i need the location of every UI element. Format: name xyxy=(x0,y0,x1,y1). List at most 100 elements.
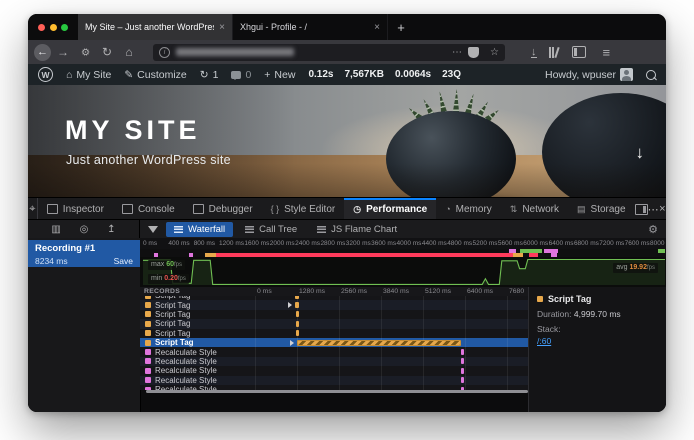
new-tab-button[interactable]: + xyxy=(388,14,414,40)
wordpress-logo-icon[interactable]: W xyxy=(38,67,53,82)
save-recording-link[interactable]: Save xyxy=(114,256,133,266)
devtools-tab-network[interactable]: ⇅Network xyxy=(501,198,568,220)
record-row-track xyxy=(253,376,528,385)
record-row-script[interactable]: Script Tag xyxy=(140,338,528,347)
site-title: MY SITE xyxy=(65,115,201,146)
devtools-tab-memory[interactable]: ◔Memory xyxy=(436,198,501,220)
record-row-script[interactable]: Script Tag xyxy=(140,329,528,338)
record-row-track xyxy=(253,329,528,338)
ruler-tick: 4000 ms xyxy=(397,240,422,247)
recording-name: Recording #1 xyxy=(35,243,133,254)
window-controls[interactable] xyxy=(28,14,78,40)
tab-label: Network xyxy=(522,204,559,215)
expand-arrow-icon[interactable] xyxy=(288,302,292,308)
developer-wrench-icon[interactable]: ⚙ xyxy=(76,42,94,62)
dock-side-button[interactable] xyxy=(635,198,648,220)
devtools-tab-inspector[interactable]: Inspector xyxy=(38,198,113,220)
minimize-window-button[interactable] xyxy=(50,24,57,31)
devtools-tab-console[interactable]: Console xyxy=(113,198,184,220)
recording-item[interactable]: Recording #1 8234 ms Save xyxy=(28,240,140,267)
bookmark-star-icon[interactable]: ☆ xyxy=(490,47,499,58)
record-bar[interactable] xyxy=(297,340,461,346)
admin-customize-link[interactable]: ✎ Customize xyxy=(124,69,186,81)
record-row-script[interactable]: Script Tag xyxy=(140,300,528,309)
library-icon[interactable] xyxy=(549,47,560,58)
devtools-meatball-menu[interactable]: ⋯ xyxy=(648,198,659,220)
menu-hamburger-icon[interactable]: ≡ xyxy=(603,45,611,60)
zoom-window-button[interactable] xyxy=(61,24,68,31)
admin-my-site-link[interactable]: ⌂ My Site xyxy=(66,69,111,81)
admin-comments-link[interactable]: 0 xyxy=(231,69,251,81)
search-icon[interactable] xyxy=(646,70,656,80)
recording-duration: 8234 ms xyxy=(35,256,68,266)
clear-recordings-icon[interactable]: ▥ xyxy=(51,224,60,235)
record-row-name: Script Tag xyxy=(140,301,253,310)
ruler-tick: 5200 ms xyxy=(473,240,498,247)
admin-new-link[interactable]: + New xyxy=(264,69,295,81)
record-bar[interactable] xyxy=(296,330,299,336)
record-row-style[interactable]: Recalculate Style xyxy=(140,376,528,385)
tab-label: Style Editor xyxy=(284,204,335,215)
import-recording-icon[interactable]: ↥ xyxy=(107,224,115,235)
record-row-style[interactable]: Recalculate Style xyxy=(140,347,528,356)
stack-frame-link[interactable]: /:60 xyxy=(537,336,551,346)
close-tab-icon[interactable]: × xyxy=(219,22,225,33)
close-tab-icon[interactable]: × xyxy=(374,22,380,33)
sidebar-toggle-icon[interactable] xyxy=(572,46,586,58)
record-icon[interactable]: ◎ xyxy=(80,224,89,235)
tab-xhgui[interactable]: Xhgui - Profile - / × xyxy=(233,14,388,40)
page-actions-icon[interactable]: ⋯ xyxy=(452,47,462,58)
back-button[interactable]: ← xyxy=(34,44,51,61)
memory-icon: ◔ xyxy=(445,204,450,214)
record-row-script[interactable]: Script Tag xyxy=(140,319,528,328)
url-bar[interactable]: i ⋯ ☆ xyxy=(153,44,505,61)
record-bar[interactable] xyxy=(461,377,464,383)
view-tab-waterfall[interactable]: Waterfall xyxy=(166,222,233,237)
view-tab-call-tree[interactable]: Call Tree xyxy=(237,222,305,237)
reload-button[interactable]: ↻ xyxy=(97,43,117,61)
expand-arrow-icon[interactable] xyxy=(290,340,294,346)
performance-view-tabs: Waterfall Call Tree JS Flame Chart xyxy=(166,222,409,237)
tab-my-site[interactable]: My Site – Just another WordPress S × xyxy=(78,14,233,40)
downloads-icon[interactable]: ↓ xyxy=(531,47,537,58)
script-marker-icon xyxy=(145,321,151,327)
record-row-style[interactable]: Recalculate Style xyxy=(140,366,528,375)
admin-account-link[interactable]: Howdy, wpuser xyxy=(545,68,633,81)
query-monitor-stats[interactable]: 0.12s7,567KB0.0064s23Q xyxy=(308,69,461,80)
comments-bubble-icon xyxy=(231,71,241,79)
comments-count: 0 xyxy=(245,69,251,81)
record-row-track xyxy=(253,319,528,328)
record-bar[interactable] xyxy=(295,296,299,299)
record-row-style[interactable]: Recalculate Style xyxy=(140,357,528,366)
devtools-tab-performance[interactable]: ◷Performance xyxy=(344,198,436,220)
record-bar[interactable] xyxy=(461,349,464,355)
horizontal-scrollbar[interactable] xyxy=(146,390,528,393)
scroll-down-arrow[interactable]: ↓ xyxy=(636,143,645,163)
close-window-button[interactable] xyxy=(38,24,45,31)
devtools-close-button[interactable]: × xyxy=(659,198,666,220)
record-bar[interactable] xyxy=(461,368,464,374)
devtools-tab-style-editor[interactable]: { }Style Editor xyxy=(262,198,345,220)
ruler-tick: 2400 ms xyxy=(295,240,320,247)
devtools-tab-debugger[interactable]: Debugger xyxy=(184,198,262,220)
script-marker-icon xyxy=(145,302,151,308)
home-button[interactable]: ⌂ xyxy=(119,43,139,61)
devtools-tab-storage[interactable]: ▤Storage xyxy=(568,198,635,220)
pick-element-button[interactable]: ⌖ xyxy=(28,198,38,220)
wp-admin-bar: W ⌂ My Site ✎ Customize ↻ 1 0 + New 0.12… xyxy=(28,64,666,85)
tab-label: Console xyxy=(138,204,175,215)
record-row-script[interactable]: Script Tag xyxy=(140,310,528,319)
record-bar[interactable] xyxy=(295,302,299,308)
view-tab-js-flame-chart[interactable]: JS Flame Chart xyxy=(309,222,405,237)
filter-icon[interactable] xyxy=(148,226,158,233)
site-info-icon[interactable]: i xyxy=(159,47,170,58)
record-bar[interactable] xyxy=(461,358,464,364)
admin-updates-link[interactable]: ↻ 1 xyxy=(200,69,219,81)
fps-graph[interactable]: max 60fps min 0.20fps avg 19.92fps xyxy=(140,257,666,288)
forward-button[interactable]: → xyxy=(53,43,73,61)
records-column-title: RECORDS xyxy=(144,288,180,295)
record-bar[interactable] xyxy=(296,321,300,327)
settings-gear-icon[interactable]: ⚙ xyxy=(648,223,658,236)
record-bar[interactable] xyxy=(296,311,300,317)
pocket-icon[interactable] xyxy=(468,47,479,58)
